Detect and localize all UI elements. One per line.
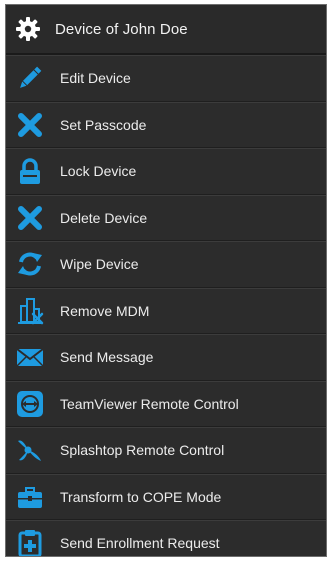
menu-item-remove-mdm[interactable]: Remove MDM (6, 287, 326, 334)
envelope-icon (14, 341, 46, 373)
menu-item-label: Edit Device (60, 70, 131, 87)
device-actions-menu: Device of John Doe Edit Device Set Passc… (5, 4, 327, 557)
menu-item-label: Lock Device (60, 163, 137, 180)
menu-item-label: Transform to COPE Mode (60, 488, 222, 505)
pencil-icon (14, 62, 46, 94)
splashtop-icon (14, 434, 46, 466)
menu-item-splashtop-remote-control[interactable]: Splashtop Remote Control (6, 427, 326, 474)
remove-mdm-icon (14, 295, 46, 327)
page-title: Device of John Doe (55, 20, 188, 38)
menu-item-transform-to-cope-mode[interactable]: Transform to COPE Mode (6, 473, 326, 520)
menu-item-label: Delete Device (60, 209, 148, 226)
x-icon (14, 202, 46, 234)
menu-item-wipe-device[interactable]: Wipe Device (6, 241, 326, 288)
menu-item-label: Wipe Device (60, 256, 139, 273)
menu-header: Device of John Doe (6, 5, 326, 55)
menu-item-teamviewer-remote-control[interactable]: TeamViewer Remote Control (6, 380, 326, 427)
clipboard-plus-icon (14, 527, 46, 556)
menu-item-send-enrollment-request[interactable]: Send Enrollment Request (6, 520, 326, 556)
x-icon (14, 109, 46, 141)
lock-icon (14, 155, 46, 187)
menu-item-set-passcode[interactable]: Set Passcode (6, 101, 326, 148)
menu-item-lock-device[interactable]: Lock Device (6, 148, 326, 195)
menu-item-label: Send Message (60, 349, 154, 366)
teamviewer-icon (14, 388, 46, 420)
gear-icon (13, 14, 43, 44)
menu-item-label: Set Passcode (60, 116, 147, 133)
menu-list: Edit Device Set Passcode Lock Device Del… (6, 55, 326, 556)
menu-item-delete-device[interactable]: Delete Device (6, 194, 326, 241)
menu-item-label: Send Enrollment Request (60, 535, 220, 552)
briefcase-icon (14, 481, 46, 513)
menu-item-label: Splashtop Remote Control (60, 442, 225, 459)
menu-item-label: TeamViewer Remote Control (60, 395, 239, 412)
menu-item-send-message[interactable]: Send Message (6, 334, 326, 381)
refresh-icon (14, 248, 46, 280)
menu-item-edit-device[interactable]: Edit Device (6, 55, 326, 102)
menu-item-label: Remove MDM (60, 302, 150, 319)
